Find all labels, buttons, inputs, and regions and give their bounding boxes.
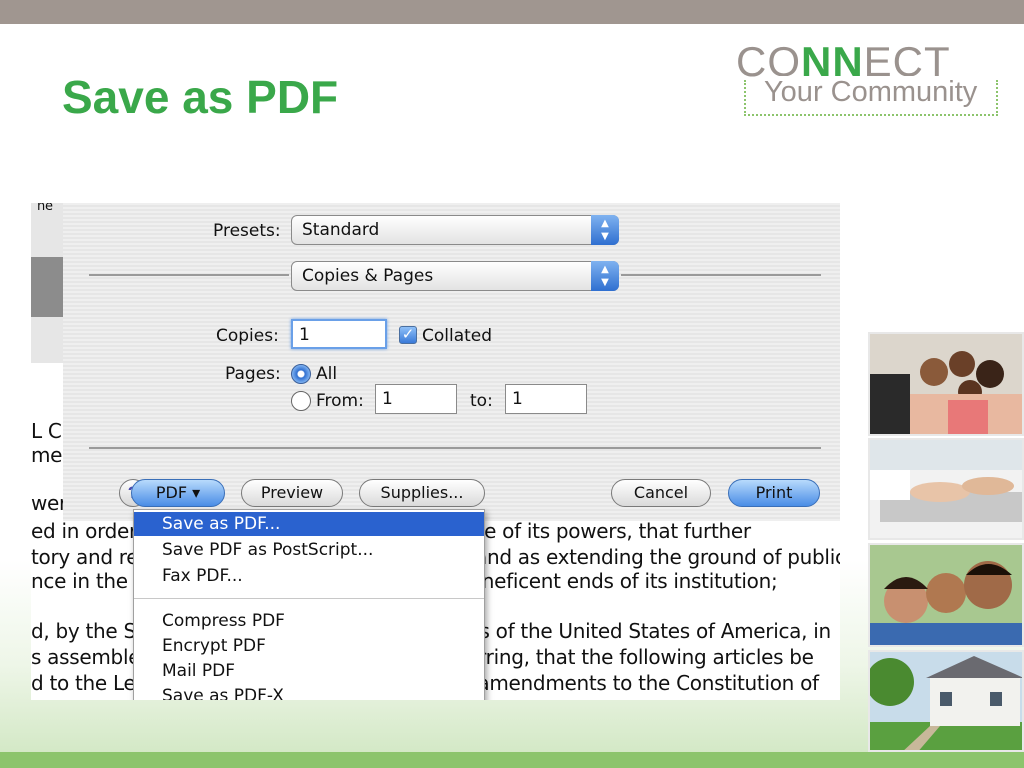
- doc-text-line: ne: [37, 203, 53, 214]
- popup-arrows-icon: ▲ ▼: [591, 215, 619, 245]
- typing-hands-photo: [868, 438, 1024, 540]
- doc-text-line: wer: [31, 491, 67, 515]
- pdf-dropdown-menu: Save as PDF... Save PDF as PostScript...…: [133, 509, 485, 700]
- divider: [89, 447, 821, 449]
- section-popup[interactable]: Copies & Pages ▲ ▼: [291, 261, 619, 291]
- smiling-family-photo: [868, 543, 1024, 647]
- suburban-house-photo: [868, 650, 1024, 752]
- collated-label: Collated: [422, 326, 493, 346]
- family-laptop-photo: [868, 332, 1024, 436]
- from-radio[interactable]: [291, 391, 311, 411]
- top-banner: [0, 0, 1024, 24]
- all-label: All: [316, 364, 338, 384]
- menu-item-save-as-pdf-x[interactable]: Save as PDF-X: [134, 684, 484, 700]
- divider: [621, 274, 821, 276]
- menu-item-compress-pdf[interactable]: Compress PDF: [134, 609, 484, 633]
- popup-arrows-icon: ▲ ▼: [591, 261, 619, 291]
- menu-item-fax-pdf[interactable]: Fax PDF...: [134, 564, 484, 588]
- presets-label: Presets:: [213, 221, 281, 241]
- print-dialog: Presets: Standard ▲ ▼ Copies & Pages ▲ ▼ C…: [63, 203, 840, 521]
- cancel-button[interactable]: Cancel: [611, 479, 711, 507]
- connect-logo: CONNECT Your Community: [736, 36, 1006, 120]
- presets-popup[interactable]: Standard ▲ ▼: [291, 215, 619, 245]
- pdf-menu-button[interactable]: PDF ▾: [131, 479, 225, 507]
- divider: [89, 274, 289, 276]
- slide-title: Save as PDF: [62, 71, 339, 123]
- menu-item-save-as-pdf[interactable]: Save as PDF...: [134, 512, 484, 536]
- from-label: From:: [316, 391, 364, 411]
- to-label: to:: [470, 391, 493, 411]
- doc-text-line: L C: [31, 419, 62, 443]
- pages-label: Pages:: [225, 364, 281, 384]
- to-field[interactable]: 1: [505, 384, 587, 414]
- menu-item-mail-pdf[interactable]: Mail PDF: [134, 659, 484, 683]
- menu-item-encrypt-pdf[interactable]: Encrypt PDF: [134, 634, 484, 658]
- supplies-button[interactable]: Supplies...: [359, 479, 485, 507]
- from-field[interactable]: 1: [375, 384, 457, 414]
- print-button[interactable]: Print: [728, 479, 820, 507]
- preview-button[interactable]: Preview: [241, 479, 343, 507]
- all-radio[interactable]: [291, 364, 311, 384]
- menu-item-save-pdf-as-postscript[interactable]: Save PDF as PostScript...: [134, 538, 484, 562]
- copies-field[interactable]: 1: [291, 319, 387, 349]
- menu-separator: [134, 598, 484, 599]
- logo-tagline: Your Community: [758, 76, 984, 109]
- collated-checkbox[interactable]: ✓: [399, 326, 417, 344]
- print-dialog-screenshot: ne L C mer wer ed in order to prevent mi…: [31, 203, 840, 700]
- footer-bar: [0, 752, 1024, 768]
- copies-label: Copies:: [216, 326, 279, 346]
